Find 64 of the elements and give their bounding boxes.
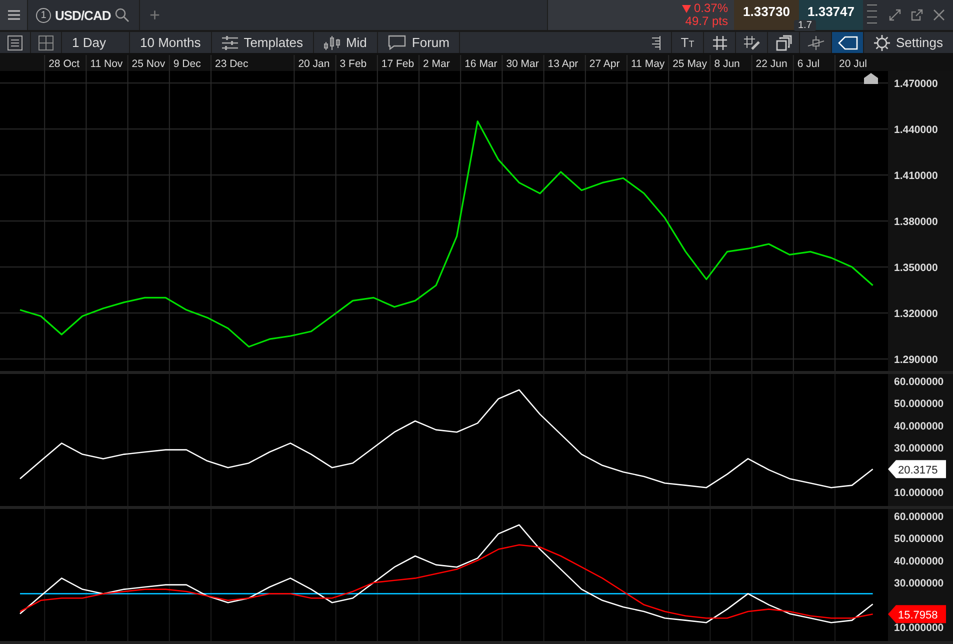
draw-tool-icon xyxy=(742,34,761,50)
date-label: 22 Jun xyxy=(756,58,788,70)
date-label: 20 Jul xyxy=(839,58,868,70)
date-label: 25 May xyxy=(672,58,708,70)
spread-badge: 1.7 xyxy=(794,20,816,31)
date-label: 28 Oct xyxy=(48,58,80,70)
axis-tick-label: 50.000000 xyxy=(894,533,944,546)
date-label: 23 Dec xyxy=(215,58,248,70)
date-label: 8 Jun xyxy=(714,58,740,70)
symbol-label: USD/CAD xyxy=(55,8,111,22)
date-label: 9 Dec xyxy=(173,58,201,70)
axis-tick-label: 40.000000 xyxy=(894,555,944,568)
axis-tick-label: 10.000000 xyxy=(894,622,944,634)
sell-price-button[interactable]: 1.33730 xyxy=(734,0,799,30)
change-points: 49.7 pts xyxy=(685,15,728,28)
popout-icon[interactable] xyxy=(911,9,923,21)
axis-tick-label: 1.410000 xyxy=(894,170,938,182)
align-right-icon xyxy=(650,36,661,50)
date-label: 11 Nov xyxy=(90,58,123,70)
expand-icon[interactable] xyxy=(889,9,901,21)
layout-icon xyxy=(38,34,54,50)
date-label: 25 Nov xyxy=(132,58,166,70)
axis-tick-label: 30.000000 xyxy=(894,578,944,590)
candles-icon xyxy=(324,36,340,50)
tab-number: 1 xyxy=(36,8,51,22)
value-tag: 20.3175 xyxy=(888,460,946,478)
layers-icon xyxy=(776,34,792,50)
date-label: 13 Apr xyxy=(548,58,578,70)
axis-tick-label: 50.000000 xyxy=(894,398,944,410)
grid-icon xyxy=(712,34,728,50)
axis-tick-label: 1.440000 xyxy=(894,124,938,136)
axis-tick-label: 40.000000 xyxy=(894,420,944,432)
crosshair-icon xyxy=(806,36,825,50)
axis-tick-label: 1.320000 xyxy=(894,308,938,320)
axis-tick-label: 1.350000 xyxy=(894,262,938,274)
date-label: 20 Jan xyxy=(298,58,330,70)
date-label: 2 Mar xyxy=(423,58,450,70)
menu-icon xyxy=(8,10,20,20)
chat-bubble-icon xyxy=(388,35,406,50)
date-label: 11 May xyxy=(631,58,665,70)
list-icon xyxy=(7,34,23,50)
date-label: 30 Mar xyxy=(506,58,539,70)
date-label: 3 Feb xyxy=(340,58,367,70)
tool-button[interactable] xyxy=(832,32,864,53)
value-tag: 15.7958 xyxy=(888,605,946,624)
axis-tick-label: 1.380000 xyxy=(894,216,938,228)
close-icon[interactable] xyxy=(933,9,945,21)
change-percent: 0.37% xyxy=(694,2,728,15)
axis-tick-label: 1.470000 xyxy=(894,78,938,90)
menu-button[interactable] xyxy=(0,0,28,30)
axis-tick-label: 60.000000 xyxy=(894,376,944,388)
tag-icon xyxy=(838,36,858,50)
axis-tick-label: 10.000000 xyxy=(894,487,944,499)
search-icon[interactable] xyxy=(114,8,129,22)
date-label: 16 Mar xyxy=(464,58,498,70)
date-label: 27 Apr xyxy=(589,58,620,70)
sliders-icon xyxy=(222,36,238,50)
settings-icon xyxy=(874,34,890,50)
scroll-to-top-icon[interactable] xyxy=(864,73,878,84)
date-label: 6 Jul xyxy=(797,58,820,70)
axis-tick-label: 30.000000 xyxy=(894,442,944,455)
date-label: 17 Feb xyxy=(381,58,414,70)
axis-tick-label: 1.290000 xyxy=(894,354,938,366)
axis-tick-label: 60.000000 xyxy=(894,511,944,523)
